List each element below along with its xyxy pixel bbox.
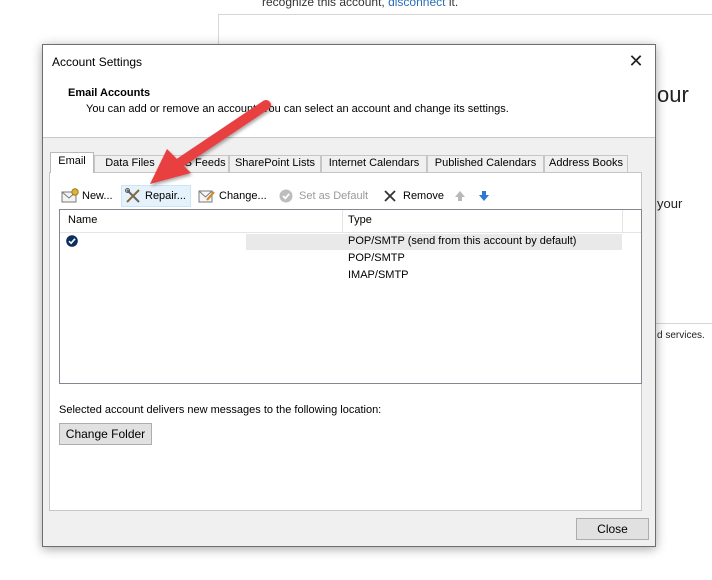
background-divider xyxy=(656,323,712,324)
account-list-header: Name Type xyxy=(60,210,641,233)
tab-rss-feeds[interactable]: RSS Feeds xyxy=(166,155,229,172)
tab-published-calendars[interactable]: Published Calendars xyxy=(427,155,544,172)
new-account-button[interactable]: New... xyxy=(61,185,113,207)
column-header-name[interactable]: Name xyxy=(68,214,97,226)
header-description: You can add or remove an account. You ca… xyxy=(86,103,509,115)
repair-button[interactable]: Repair... xyxy=(121,185,191,207)
remove-button[interactable]: Remove xyxy=(382,185,444,207)
account-type: IMAP/SMTP xyxy=(348,269,409,281)
background-heading-fragment: our xyxy=(657,82,689,107)
background-text-end: it. xyxy=(448,0,459,9)
change-button[interactable]: Change... xyxy=(198,185,267,207)
account-type: POP/SMTP xyxy=(348,252,405,264)
disconnect-link[interactable]: disconnect xyxy=(388,0,445,9)
arrow-up-icon xyxy=(453,188,471,204)
background-text: recognize this account, xyxy=(262,0,385,9)
tab-data-files[interactable]: Data Files xyxy=(94,155,166,172)
header-title: Email Accounts xyxy=(68,87,151,99)
dialog-header: Email Accounts You can add or remove an … xyxy=(43,79,655,138)
move-down-button[interactable] xyxy=(477,185,498,207)
new-mail-icon xyxy=(61,188,79,204)
account-row[interactable]: IMAP/SMTP xyxy=(60,268,641,284)
account-settings-dialog: Account Settings ✕ Email Accounts You ca… xyxy=(42,44,656,547)
default-account-check-icon xyxy=(66,235,78,247)
background-account-text: recognize this account, disconnect it. xyxy=(262,0,458,9)
dialog-title: Account Settings xyxy=(52,55,143,69)
set-as-default-button[interactable]: Set as Default xyxy=(278,185,368,207)
repair-label: Repair... xyxy=(145,190,186,202)
change-settings-icon xyxy=(198,188,216,204)
column-header-type[interactable]: Type xyxy=(348,214,372,226)
close-icon[interactable]: ✕ xyxy=(623,49,649,73)
column-divider-end[interactable] xyxy=(622,210,623,232)
set-as-default-label: Set as Default xyxy=(299,190,369,202)
tab-sharepoint-lists[interactable]: SharePoint Lists xyxy=(229,155,321,172)
repair-tools-icon xyxy=(124,188,142,204)
tab-address-books[interactable]: Address Books xyxy=(544,155,628,172)
arrow-down-icon xyxy=(477,188,495,204)
account-row[interactable]: POP/SMTP xyxy=(60,251,641,267)
check-circle-icon xyxy=(278,188,296,204)
remove-x-icon xyxy=(382,188,400,204)
close-button[interactable]: Close xyxy=(576,518,649,540)
remove-label: Remove xyxy=(403,190,444,202)
tab-internet-calendars[interactable]: Internet Calendars xyxy=(321,155,427,172)
column-divider[interactable] xyxy=(342,210,343,232)
move-up-button[interactable] xyxy=(453,185,474,207)
tab-email[interactable]: Email xyxy=(50,152,94,173)
background-services-fragment: d services. xyxy=(657,330,705,341)
dialog-titlebar: Account Settings ✕ xyxy=(43,45,655,79)
account-list[interactable]: Name Type POP/SMTP (send from this accou… xyxy=(59,209,642,384)
delivery-location-text: Selected account delivers new messages t… xyxy=(59,404,382,416)
background-text-fragment: your xyxy=(657,196,683,211)
email-tab-panel: New... Repair... Change... Set as Defaul… xyxy=(49,172,642,511)
account-type: POP/SMTP (send from this account by defa… xyxy=(348,235,577,247)
change-label: Change... xyxy=(219,190,267,202)
account-row[interactable]: POP/SMTP (send from this account by defa… xyxy=(60,234,641,250)
change-folder-button[interactable]: Change Folder xyxy=(59,423,152,445)
new-account-label: New... xyxy=(82,190,113,202)
